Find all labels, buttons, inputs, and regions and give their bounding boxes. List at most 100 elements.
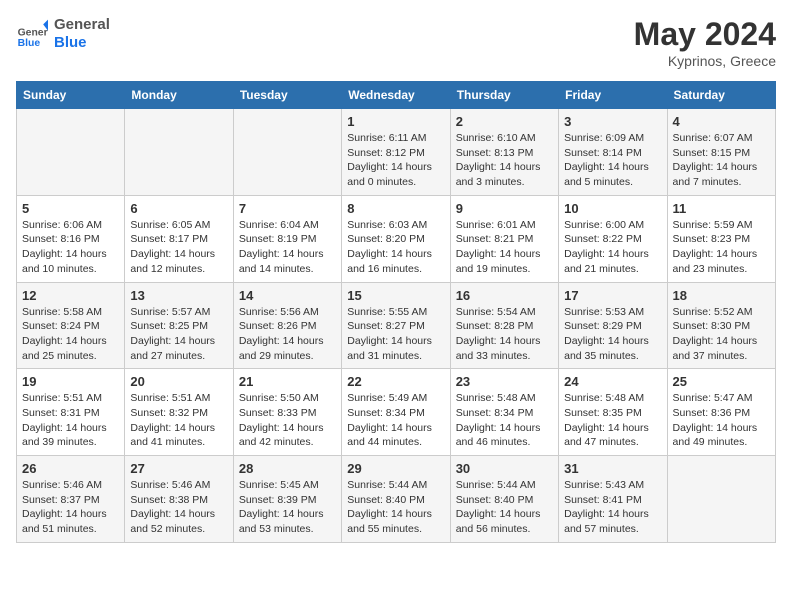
calendar-cell: 10 Sunrise: 6:00 AMSunset: 8:22 PMDayligh…	[559, 195, 667, 282]
day-number: 12	[22, 288, 119, 303]
day-info: Sunrise: 6:10 AMSunset: 8:13 PMDaylight:…	[456, 131, 553, 190]
day-info: Sunrise: 5:47 AMSunset: 8:36 PMDaylight:…	[673, 391, 770, 450]
day-info: Sunrise: 5:58 AMSunset: 8:24 PMDaylight:…	[22, 305, 119, 364]
day-info: Sunrise: 5:56 AMSunset: 8:26 PMDaylight:…	[239, 305, 336, 364]
day-info: Sunrise: 6:05 AMSunset: 8:17 PMDaylight:…	[130, 218, 227, 277]
day-info: Sunrise: 5:43 AMSunset: 8:41 PMDaylight:…	[564, 478, 661, 537]
day-info: Sunrise: 6:06 AMSunset: 8:16 PMDaylight:…	[22, 218, 119, 277]
day-number: 23	[456, 374, 553, 389]
day-info: Sunrise: 5:57 AMSunset: 8:25 PMDaylight:…	[130, 305, 227, 364]
header-sunday: Sunday	[17, 82, 125, 109]
calendar-cell: 1 Sunrise: 6:11 AMSunset: 8:12 PMDaylight…	[342, 109, 450, 196]
calendar-cell: 20Sunrise: 5:51 AMSunset: 8:32 PMDayligh…	[125, 369, 233, 456]
day-number: 15	[347, 288, 444, 303]
calendar-week-5: 26Sunrise: 5:46 AMSunset: 8:37 PMDayligh…	[17, 456, 776, 543]
day-info: Sunrise: 6:01 AMSunset: 8:21 PMDaylight:…	[456, 218, 553, 277]
day-number: 2	[456, 114, 553, 129]
day-info: Sunrise: 6:11 AMSunset: 8:12 PMDaylight:…	[347, 131, 444, 190]
calendar-cell: 2 Sunrise: 6:10 AMSunset: 8:13 PMDaylight…	[450, 109, 558, 196]
day-info: Sunrise: 6:04 AMSunset: 8:19 PMDaylight:…	[239, 218, 336, 277]
calendar-cell: 14 Sunrise: 5:56 AMSunset: 8:26 PMDayligh…	[233, 282, 341, 369]
calendar-cell: 11Sunrise: 5:59 AMSunset: 8:23 PMDayligh…	[667, 195, 775, 282]
calendar-table: SundayMondayTuesdayWednesdayThursdayFrid…	[16, 81, 776, 543]
calendar-cell: 18 Sunrise: 5:52 AMSunset: 8:30 PMDayligh…	[667, 282, 775, 369]
title-block: May 2024 Kyprinos, Greece	[634, 16, 776, 69]
calendar-cell: 8 Sunrise: 6:03 AMSunset: 8:20 PMDaylight…	[342, 195, 450, 282]
day-number: 3	[564, 114, 661, 129]
calendar-cell: 15Sunrise: 5:55 AMSunset: 8:27 PMDayligh…	[342, 282, 450, 369]
day-info: Sunrise: 5:50 AMSunset: 8:33 PMDaylight:…	[239, 391, 336, 450]
day-info: Sunrise: 5:48 AMSunset: 8:35 PMDaylight:…	[564, 391, 661, 450]
day-info: Sunrise: 6:00 AMSunset: 8:22 PMDaylight:…	[564, 218, 661, 277]
day-info: Sunrise: 5:45 AMSunset: 8:39 PMDaylight:…	[239, 478, 336, 537]
day-number: 5	[22, 201, 119, 216]
month-title: May 2024	[634, 16, 776, 53]
day-number: 13	[130, 288, 227, 303]
day-info: Sunrise: 5:59 AMSunset: 8:23 PMDaylight:…	[673, 218, 770, 277]
calendar-cell: 30Sunrise: 5:44 AMSunset: 8:40 PMDayligh…	[450, 456, 558, 543]
location-subtitle: Kyprinos, Greece	[634, 53, 776, 69]
calendar-cell: 26Sunrise: 5:46 AMSunset: 8:37 PMDayligh…	[17, 456, 125, 543]
calendar-cell: 4Sunrise: 6:07 AMSunset: 8:15 PMDaylight…	[667, 109, 775, 196]
logo-icon: General Blue	[16, 18, 48, 50]
header-monday: Monday	[125, 82, 233, 109]
day-number: 7	[239, 201, 336, 216]
header-tuesday: Tuesday	[233, 82, 341, 109]
day-info: Sunrise: 5:44 AMSunset: 8:40 PMDaylight:…	[347, 478, 444, 537]
day-info: Sunrise: 5:51 AMSunset: 8:32 PMDaylight:…	[130, 391, 227, 450]
page-header: General Blue General Blue May 2024 Kypri…	[16, 16, 776, 69]
day-number: 29	[347, 461, 444, 476]
svg-text:General: General	[18, 28, 48, 39]
calendar-cell: 31 Sunrise: 5:43 AMSunset: 8:41 PMDayligh…	[559, 456, 667, 543]
calendar-cell: 5 Sunrise: 6:06 AMSunset: 8:16 PMDaylight…	[17, 195, 125, 282]
calendar-cell: 28 Sunrise: 5:45 AMSunset: 8:39 PMDayligh…	[233, 456, 341, 543]
header-thursday: Thursday	[450, 82, 558, 109]
day-info: Sunrise: 5:46 AMSunset: 8:37 PMDaylight:…	[22, 478, 119, 537]
calendar-week-2: 5 Sunrise: 6:06 AMSunset: 8:16 PMDaylight…	[17, 195, 776, 282]
day-info: Sunrise: 5:53 AMSunset: 8:29 PMDaylight:…	[564, 305, 661, 364]
calendar-cell: 9 Sunrise: 6:01 AMSunset: 8:21 PMDaylight…	[450, 195, 558, 282]
day-number: 18	[673, 288, 770, 303]
calendar-cell: 16 Sunrise: 5:54 AMSunset: 8:28 PMDayligh…	[450, 282, 558, 369]
day-number: 27	[130, 461, 227, 476]
day-number: 6	[130, 201, 227, 216]
day-info: Sunrise: 6:03 AMSunset: 8:20 PMDaylight:…	[347, 218, 444, 277]
calendar-cell: 17 Sunrise: 5:53 AMSunset: 8:29 PMDayligh…	[559, 282, 667, 369]
svg-text:Blue: Blue	[18, 38, 41, 49]
calendar-week-3: 12 Sunrise: 5:58 AMSunset: 8:24 PMDayligh…	[17, 282, 776, 369]
day-number: 31	[564, 461, 661, 476]
calendar-week-4: 19 Sunrise: 5:51 AMSunset: 8:31 PMDayligh…	[17, 369, 776, 456]
day-number: 16	[456, 288, 553, 303]
day-number: 25	[673, 374, 770, 389]
calendar-cell	[233, 109, 341, 196]
day-info: Sunrise: 5:52 AMSunset: 8:30 PMDaylight:…	[673, 305, 770, 364]
day-info: Sunrise: 5:51 AMSunset: 8:31 PMDaylight:…	[22, 391, 119, 450]
calendar-cell: 6 Sunrise: 6:05 AMSunset: 8:17 PMDaylight…	[125, 195, 233, 282]
day-number: 1	[347, 114, 444, 129]
calendar-cell	[17, 109, 125, 196]
day-info: Sunrise: 5:54 AMSunset: 8:28 PMDaylight:…	[456, 305, 553, 364]
calendar-week-1: 1 Sunrise: 6:11 AMSunset: 8:12 PMDaylight…	[17, 109, 776, 196]
calendar-header-row: SundayMondayTuesdayWednesdayThursdayFrid…	[17, 82, 776, 109]
day-number: 22	[347, 374, 444, 389]
header-wednesday: Wednesday	[342, 82, 450, 109]
day-number: 30	[456, 461, 553, 476]
day-number: 10	[564, 201, 661, 216]
header-friday: Friday	[559, 82, 667, 109]
day-number: 17	[564, 288, 661, 303]
calendar-cell: 13 Sunrise: 5:57 AMSunset: 8:25 PMDayligh…	[125, 282, 233, 369]
calendar-cell: 19 Sunrise: 5:51 AMSunset: 8:31 PMDayligh…	[17, 369, 125, 456]
day-number: 9	[456, 201, 553, 216]
day-info: Sunrise: 5:46 AMSunset: 8:38 PMDaylight:…	[130, 478, 227, 537]
day-number: 24	[564, 374, 661, 389]
calendar-cell: 24 Sunrise: 5:48 AMSunset: 8:35 PMDayligh…	[559, 369, 667, 456]
calendar-cell: 22Sunrise: 5:49 AMSunset: 8:34 PMDayligh…	[342, 369, 450, 456]
day-number: 28	[239, 461, 336, 476]
calendar-cell	[667, 456, 775, 543]
calendar-cell: 21Sunrise: 5:50 AMSunset: 8:33 PMDayligh…	[233, 369, 341, 456]
day-info: Sunrise: 6:07 AMSunset: 8:15 PMDaylight:…	[673, 131, 770, 190]
day-number: 19	[22, 374, 119, 389]
day-number: 8	[347, 201, 444, 216]
calendar-cell: 12 Sunrise: 5:58 AMSunset: 8:24 PMDayligh…	[17, 282, 125, 369]
day-number: 14	[239, 288, 336, 303]
